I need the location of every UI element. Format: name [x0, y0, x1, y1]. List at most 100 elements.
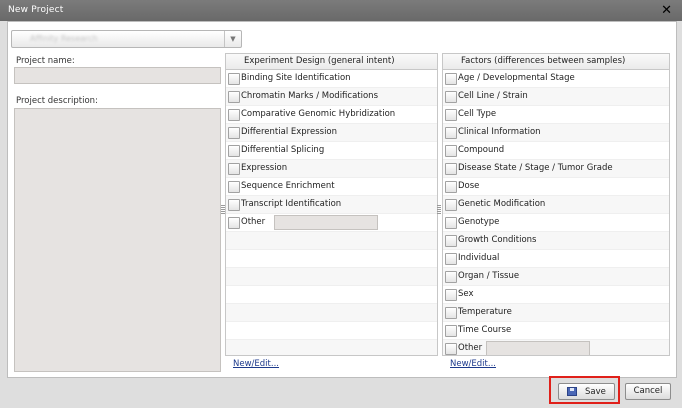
chevron-down-icon[interactable]: ▼ [224, 31, 241, 47]
checkbox[interactable] [228, 199, 240, 211]
other-checkbox[interactable] [228, 217, 240, 229]
checkbox[interactable] [445, 73, 457, 85]
project-description-label: Project description: [16, 96, 98, 106]
experiment_design-item[interactable]: Chromatin Marks / Modifications [226, 88, 437, 106]
checkbox[interactable] [445, 145, 457, 157]
empty-row [226, 232, 437, 250]
item-label: Clinical Information [458, 127, 541, 137]
left-splitter-handle[interactable] [221, 205, 225, 215]
checkbox[interactable] [228, 163, 240, 175]
experiment-design-new-edit-link[interactable]: New/Edit... [233, 359, 279, 369]
new-project-dialog: New Project ✕ Affinity Research ▼ Projec… [0, 0, 682, 408]
checkbox[interactable] [228, 181, 240, 193]
item-label: Temperature [458, 307, 512, 317]
dialog-title: New Project [8, 5, 64, 15]
factors-item[interactable]: Cell Type [443, 106, 669, 124]
project-type-value: Affinity Research [30, 34, 98, 43]
project-description-field[interactable] [14, 108, 221, 372]
experiment_design-item[interactable]: Comparative Genomic Hybridization [226, 106, 437, 124]
experiment_design-item[interactable]: Differential Splicing [226, 142, 437, 160]
experiment-design-list: Binding Site Identification Chromatin Mar… [226, 70, 437, 355]
right-splitter-handle[interactable] [437, 205, 441, 215]
factors-item[interactable]: Individual [443, 250, 669, 268]
experiment_design-item[interactable]: Expression [226, 160, 437, 178]
checkbox[interactable] [445, 163, 457, 175]
project-name-field[interactable] [14, 67, 221, 84]
checkbox[interactable] [445, 253, 457, 265]
checkbox[interactable] [228, 73, 240, 85]
experiment-design-panel: Experiment Design (general intent) Bindi… [225, 53, 438, 356]
factors-item[interactable]: Organ / Tissue [443, 268, 669, 286]
item-label: Dose [458, 181, 480, 191]
factors-header: Factors (differences between samples) [443, 54, 669, 70]
item-label: Cell Line / Strain [458, 91, 528, 101]
checkbox[interactable] [445, 289, 457, 301]
item-label: Differential Expression [241, 127, 338, 137]
save-button-label: Save [585, 387, 606, 397]
item-label: Individual [458, 253, 500, 263]
factors-item[interactable]: Sex [443, 286, 669, 304]
item-label: Genotype [458, 217, 500, 227]
other-label: Other [241, 217, 266, 227]
other-input[interactable] [486, 341, 590, 355]
checkbox[interactable] [445, 127, 457, 139]
checkbox[interactable] [445, 109, 457, 121]
factors-item[interactable]: Genetic Modification [443, 196, 669, 214]
factors-item[interactable]: Time Course [443, 322, 669, 340]
item-label: Chromatin Marks / Modifications [241, 91, 378, 101]
item-label: Growth Conditions [458, 235, 537, 245]
project-name-label: Project name: [16, 56, 75, 66]
checkbox[interactable] [445, 307, 457, 319]
item-label: Genetic Modification [458, 199, 546, 209]
empty-row [226, 304, 437, 322]
item-label: Age / Developmental Stage [458, 73, 575, 83]
item-label: Comparative Genomic Hybridization [241, 109, 396, 119]
save-button[interactable]: Save [558, 383, 615, 400]
checkbox[interactable] [445, 181, 457, 193]
cancel-button[interactable]: Cancel [625, 383, 671, 400]
factors-item[interactable]: Growth Conditions [443, 232, 669, 250]
save-disk-icon [567, 387, 577, 396]
checkbox[interactable] [445, 235, 457, 247]
experiment_design-other-item[interactable]: Other [226, 214, 437, 232]
factors-item[interactable]: Clinical Information [443, 124, 669, 142]
experiment_design-item[interactable]: Differential Expression [226, 124, 437, 142]
factors-item[interactable]: Cell Line / Strain [443, 88, 669, 106]
close-icon[interactable]: ✕ [661, 3, 672, 18]
checkbox[interactable] [228, 109, 240, 121]
checkbox[interactable] [228, 145, 240, 157]
item-label: Differential Splicing [241, 145, 325, 155]
checkbox[interactable] [228, 127, 240, 139]
factors-item[interactable]: Dose [443, 178, 669, 196]
item-label: Compound [458, 145, 505, 155]
factors-other-item[interactable]: Other [443, 340, 669, 355]
factors-item[interactable]: Temperature [443, 304, 669, 322]
factors-item[interactable]: Genotype [443, 214, 669, 232]
checkbox[interactable] [445, 199, 457, 211]
project-type-select[interactable]: Affinity Research ▼ [11, 30, 242, 48]
experiment_design-item[interactable]: Sequence Enrichment [226, 178, 437, 196]
other-checkbox[interactable] [445, 343, 457, 355]
experiment-design-header: Experiment Design (general intent) [226, 54, 437, 70]
factors-item[interactable]: Disease State / Stage / Tumor Grade [443, 160, 669, 178]
factors-list: Age / Developmental Stage Cell Line / Str… [443, 70, 669, 355]
dialog-titlebar[interactable]: New Project ✕ [0, 0, 682, 21]
other-input[interactable] [274, 215, 378, 230]
empty-row [226, 340, 437, 355]
checkbox[interactable] [445, 271, 457, 283]
checkbox[interactable] [445, 91, 457, 103]
item-label: Time Course [458, 325, 512, 335]
experiment_design-item[interactable]: Binding Site Identification [226, 70, 437, 88]
item-label: Organ / Tissue [458, 271, 520, 281]
checkbox[interactable] [445, 217, 457, 229]
item-label: Transcript Identification [241, 199, 342, 209]
empty-row [226, 286, 437, 304]
factors-new-edit-link[interactable]: New/Edit... [450, 359, 496, 369]
other-label: Other [458, 343, 483, 353]
checkbox[interactable] [228, 91, 240, 103]
experiment_design-item[interactable]: Transcript Identification [226, 196, 437, 214]
factors-item[interactable]: Age / Developmental Stage [443, 70, 669, 88]
empty-row [226, 322, 437, 340]
factors-item[interactable]: Compound [443, 142, 669, 160]
checkbox[interactable] [445, 325, 457, 337]
